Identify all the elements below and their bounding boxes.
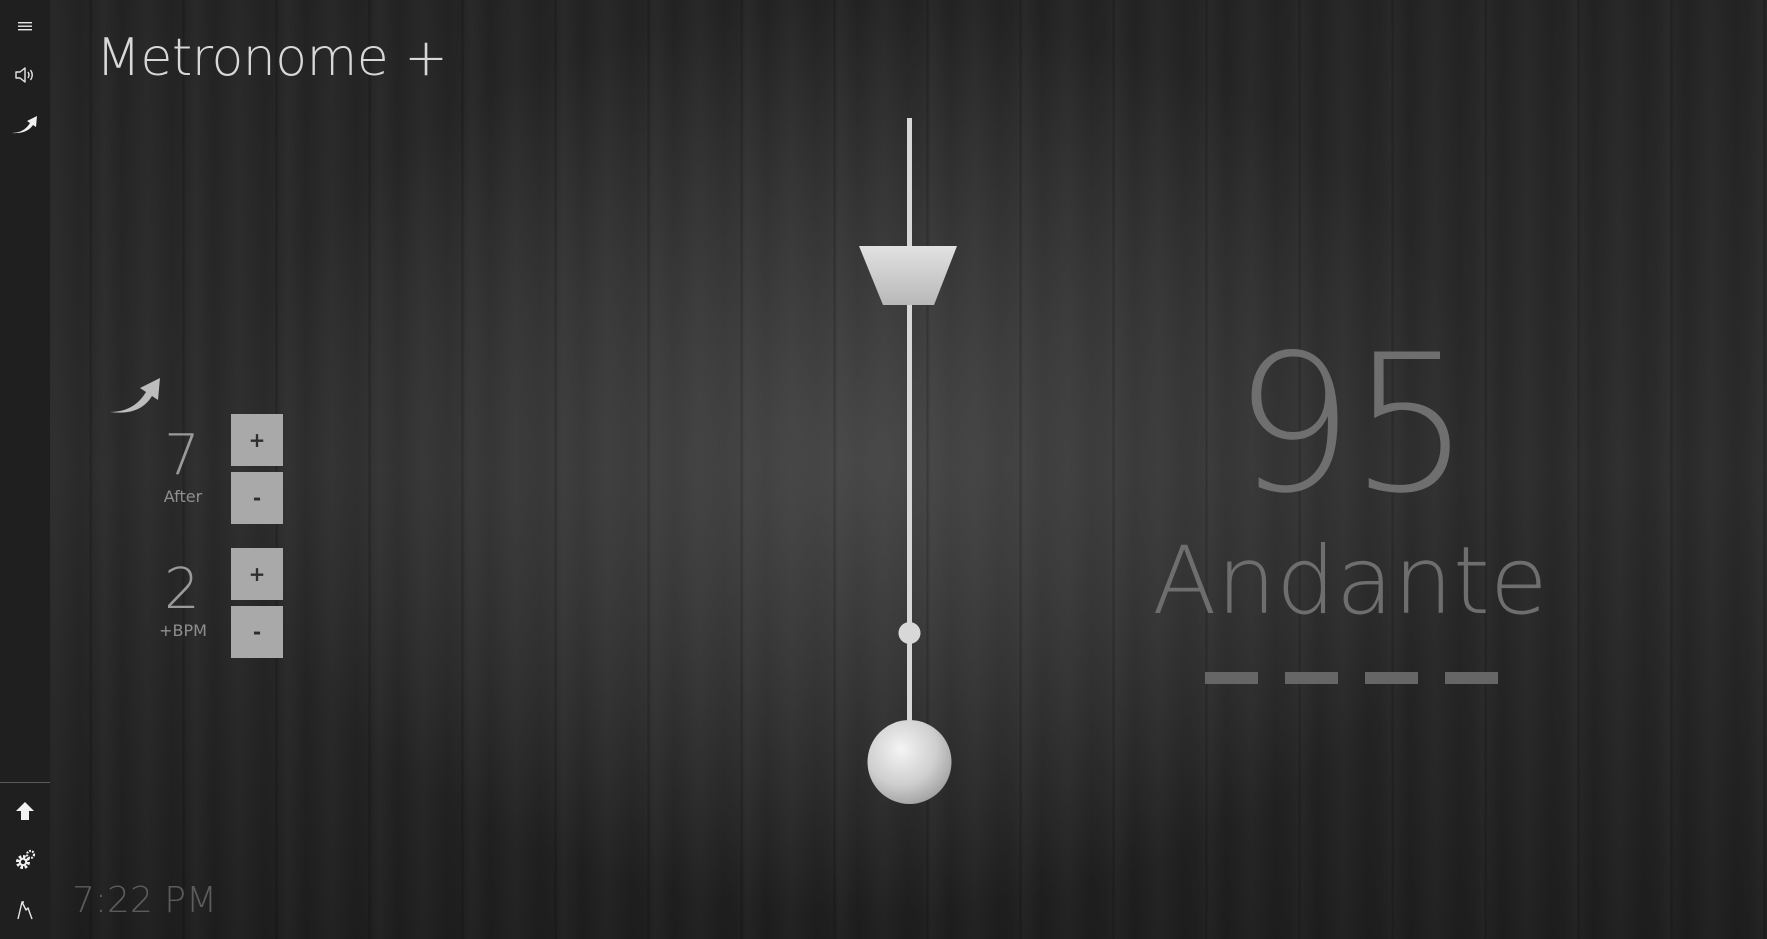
beat-indicator[interactable] — [1365, 672, 1418, 684]
pendulum-rod — [907, 118, 912, 768]
pendulum-pivot — [898, 622, 921, 644]
pendulum — [859, 118, 957, 804]
beat-indicator[interactable] — [1285, 672, 1338, 684]
beat-indicator[interactable] — [1445, 672, 1498, 684]
tempo-marking: Andante — [1152, 527, 1548, 636]
pendulum-bob — [867, 720, 952, 804]
tempo-weight[interactable] — [859, 246, 957, 305]
beat-indicator[interactable] — [1205, 672, 1258, 684]
metronome-app: Metronome + 7 After + - 2 +BPM + - 95 An… — [0, 0, 1767, 939]
beat-indicators[interactable] — [1205, 672, 1498, 684]
clock: 7:22 PM — [72, 880, 218, 921]
bpm-readout[interactable]: 95 — [1200, 330, 1500, 520]
